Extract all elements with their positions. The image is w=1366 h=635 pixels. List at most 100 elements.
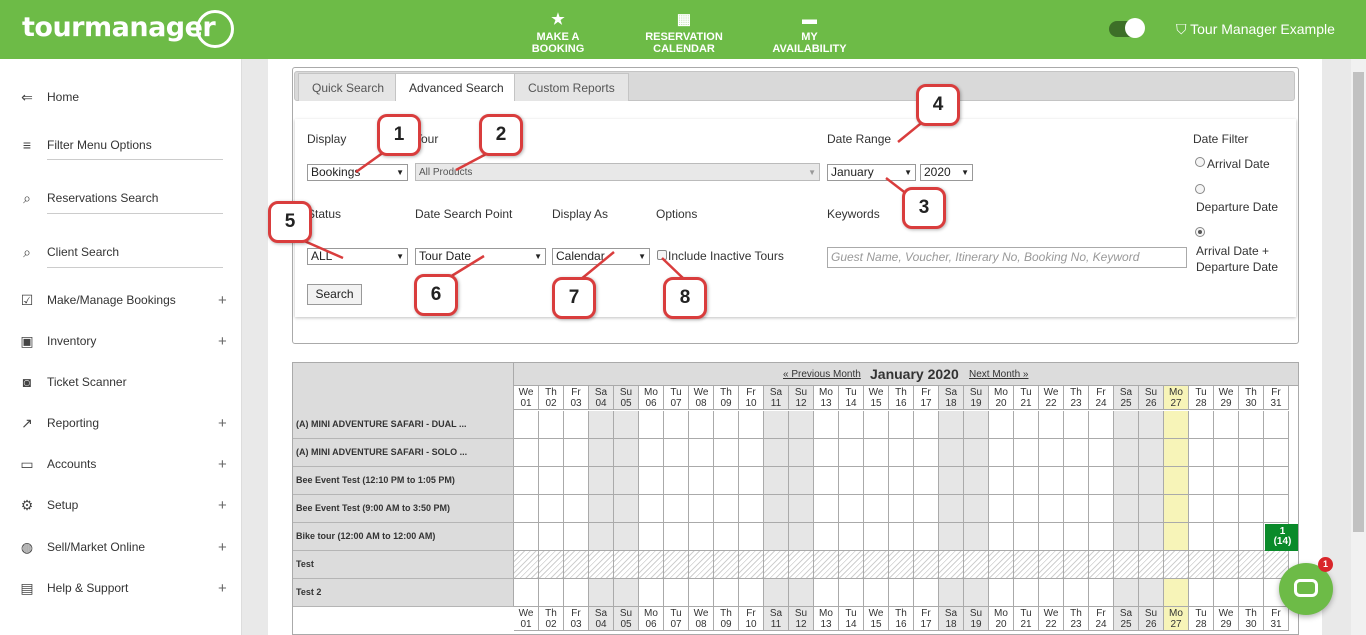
calendar-cell[interactable]: [714, 411, 739, 439]
sidebar-item-inventory[interactable]: ▣ Inventory +: [0, 327, 242, 355]
calendar-cell[interactable]: [914, 411, 939, 439]
nav-reservation-calendar[interactable]: ▦ RESERVATION CALENDAR: [618, 11, 750, 55]
tour-row-label[interactable]: Bee Event Test (9:00 AM to 3:50 PM): [293, 495, 514, 523]
calendar-cell[interactable]: [989, 439, 1014, 467]
calendar-cell[interactable]: [539, 523, 564, 551]
calendar-cell[interactable]: [739, 523, 764, 551]
tab-advanced-search[interactable]: Advanced Search: [395, 73, 518, 101]
calendar-cell[interactable]: [1039, 523, 1064, 551]
calendar-cell[interactable]: [889, 439, 914, 467]
calendar-cell[interactable]: [714, 495, 739, 523]
calendar-cell[interactable]: [814, 551, 839, 579]
expand-icon[interactable]: +: [218, 497, 227, 514]
calendar-cell[interactable]: [1064, 523, 1089, 551]
sidebar-item-client-search[interactable]: ⌕ Client Search: [0, 238, 242, 266]
calendar-cell[interactable]: [614, 411, 639, 439]
calendar-cell[interactable]: [714, 551, 739, 579]
sidebar-item-sell-market-online[interactable]: ◍ Sell/Market Online +: [0, 533, 242, 561]
calendar-cell[interactable]: [1214, 439, 1239, 467]
calendar-cell[interactable]: [689, 551, 714, 579]
calendar-cell[interactable]: [789, 551, 814, 579]
calendar-cell[interactable]: [564, 495, 589, 523]
calendar-cell[interactable]: [1064, 467, 1089, 495]
calendar-cell[interactable]: [1239, 411, 1264, 439]
calendar-cell[interactable]: [1014, 439, 1039, 467]
calendar-cell[interactable]: [1039, 467, 1064, 495]
calendar-cell[interactable]: [1164, 579, 1189, 607]
calendar-cell[interactable]: [1039, 439, 1064, 467]
calendar-cell[interactable]: [814, 467, 839, 495]
tour-select[interactable]: All Products: [415, 163, 820, 181]
calendar-cell[interactable]: [539, 439, 564, 467]
calendar-cell[interactable]: [1114, 495, 1139, 523]
month-select[interactable]: January: [827, 164, 916, 181]
calendar-cell[interactable]: [864, 551, 889, 579]
calendar-cell[interactable]: [739, 495, 764, 523]
expand-icon[interactable]: +: [218, 415, 227, 432]
calendar-cell[interactable]: [1039, 411, 1064, 439]
calendar-cell[interactable]: [514, 439, 539, 467]
calendar-cell[interactable]: [989, 579, 1014, 607]
calendar-cell[interactable]: [1189, 411, 1214, 439]
calendar-cell[interactable]: [714, 467, 739, 495]
calendar-cell[interactable]: [564, 579, 589, 607]
nav-my-availability[interactable]: ▬ MY AVAILABILITY: [764, 11, 855, 55]
calendar-cell[interactable]: [539, 579, 564, 607]
calendar-cell[interactable]: [1039, 551, 1064, 579]
expand-icon[interactable]: +: [218, 292, 227, 309]
calendar-cell[interactable]: [1214, 467, 1239, 495]
calendar-cell[interactable]: [1014, 411, 1039, 439]
calendar-cell[interactable]: [1189, 579, 1214, 607]
calendar-cell[interactable]: [614, 495, 639, 523]
calendar-cell[interactable]: [1039, 579, 1064, 607]
display-as-select[interactable]: Calendar: [552, 248, 650, 265]
logo[interactable]: tourmanager: [22, 12, 216, 43]
calendar-cell[interactable]: [964, 411, 989, 439]
calendar-cell[interactable]: [1239, 523, 1264, 551]
calendar-cell[interactable]: [514, 467, 539, 495]
calendar-cell[interactable]: [864, 495, 889, 523]
calendar-cell[interactable]: [964, 551, 989, 579]
calendar-cell[interactable]: [1164, 495, 1189, 523]
calendar-cell[interactable]: [839, 439, 864, 467]
calendar-cell[interactable]: [1164, 411, 1189, 439]
calendar-cell[interactable]: [789, 467, 814, 495]
calendar-cell[interactable]: [739, 551, 764, 579]
calendar-cell[interactable]: [1189, 495, 1214, 523]
calendar-cell[interactable]: [939, 495, 964, 523]
calendar-cell[interactable]: [1014, 495, 1039, 523]
calendar-cell[interactable]: [964, 467, 989, 495]
keywords-input[interactable]: Guest Name, Voucher, Itinerary No, Booki…: [827, 247, 1187, 268]
departure-date-radio[interactable]: [1195, 184, 1205, 194]
calendar-cell[interactable]: [639, 439, 664, 467]
sidebar-item-setup[interactable]: ⚙ Setup +: [0, 491, 242, 519]
calendar-cell[interactable]: [689, 439, 714, 467]
calendar-cell[interactable]: [1139, 495, 1164, 523]
tour-row-label[interactable]: Test: [293, 551, 514, 579]
calendar-cell[interactable]: [764, 523, 789, 551]
calendar-cell[interactable]: [664, 411, 689, 439]
calendar-cell[interactable]: [789, 439, 814, 467]
calendar-cell[interactable]: [789, 495, 814, 523]
calendar-cell[interactable]: [664, 439, 689, 467]
tour-row-label[interactable]: Bike tour (12:00 AM to 12:00 AM): [293, 523, 514, 551]
expand-icon[interactable]: +: [218, 539, 227, 556]
calendar-cell[interactable]: [914, 523, 939, 551]
search-button[interactable]: Search: [307, 284, 362, 305]
calendar-cell[interactable]: [1239, 495, 1264, 523]
calendar-cell[interactable]: [1164, 551, 1189, 579]
calendar-cell[interactable]: [764, 579, 789, 607]
calendar-cell[interactable]: [1064, 411, 1089, 439]
calendar-cell[interactable]: [664, 551, 689, 579]
calendar-cell[interactable]: [1139, 439, 1164, 467]
calendar-cell[interactable]: [889, 495, 914, 523]
calendar-cell[interactable]: [1114, 551, 1139, 579]
calendar-cell[interactable]: [739, 467, 764, 495]
calendar-cell[interactable]: [614, 439, 639, 467]
calendar-cell[interactable]: [1214, 411, 1239, 439]
calendar-cell[interactable]: [964, 523, 989, 551]
calendar-cell[interactable]: [839, 495, 864, 523]
calendar-cell[interactable]: [764, 411, 789, 439]
calendar-cell[interactable]: [789, 579, 814, 607]
calendar-cell[interactable]: [1139, 551, 1164, 579]
